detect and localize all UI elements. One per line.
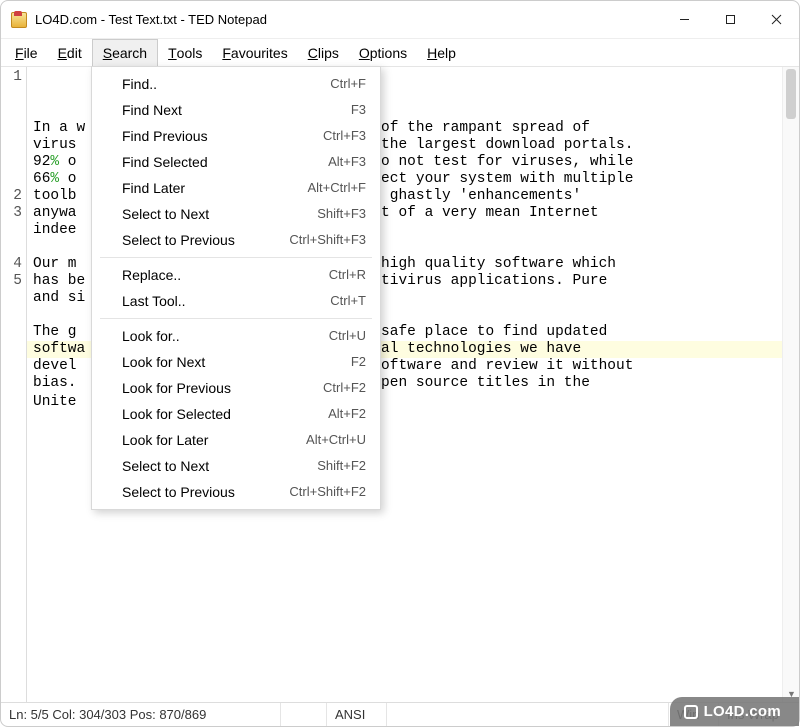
watermark: LO4D.com (670, 697, 799, 726)
menu-separator (100, 257, 372, 258)
menu-item-look-for-later[interactable]: Look for LaterAlt+Ctrl+U (92, 427, 380, 453)
menu-tools[interactable]: Tools (158, 39, 212, 66)
menu-favourites[interactable]: Favourites (212, 39, 297, 66)
menu-item-find-selected[interactable]: Find SelectedAlt+F3 (92, 149, 380, 175)
maximize-button[interactable] (707, 1, 753, 39)
menu-item-select-to-previous[interactable]: Select to PreviousCtrl+Shift+F3 (92, 227, 380, 253)
scroll-thumb[interactable] (786, 69, 796, 119)
line-number: 3 (1, 205, 22, 222)
watermark-text: LO4D.com (704, 703, 781, 720)
close-button[interactable] (753, 1, 799, 39)
status-position: Ln: 5/5 Col: 304/303 Pos: 870/869 (1, 703, 281, 726)
menu-item-look-for-previous[interactable]: Look for PreviousCtrl+F2 (92, 375, 380, 401)
vertical-scrollbar[interactable]: ▲ ▼ (782, 67, 799, 702)
app-icon (11, 12, 27, 28)
line-number: 1 (1, 69, 22, 86)
menu-search[interactable]: Search (92, 39, 158, 66)
menu-item-find-later[interactable]: Find LaterAlt+Ctrl+F (92, 175, 380, 201)
menu-item-look-for-selected[interactable]: Look for SelectedAlt+F2 (92, 401, 380, 427)
search-menu-dropdown: Find..Ctrl+FFind NextF3Find PreviousCtrl… (91, 66, 381, 510)
menu-separator (100, 318, 372, 319)
menu-edit[interactable]: Edit (48, 39, 92, 66)
menu-item-last-tool[interactable]: Last Tool..Ctrl+T (92, 288, 380, 314)
line-number: 5 (1, 273, 22, 290)
menu-item-look-for[interactable]: Look for..Ctrl+U (92, 323, 380, 349)
menu-item-select-to-next[interactable]: Select to NextShift+F3 (92, 201, 380, 227)
menu-item-find[interactable]: Find..Ctrl+F (92, 71, 380, 97)
menu-help[interactable]: Help (417, 39, 466, 66)
status-encoding: ANSI (327, 703, 387, 726)
line-number: 2 (1, 188, 22, 205)
menu-file[interactable]: File (5, 39, 48, 66)
menu-clips[interactable]: Clips (298, 39, 349, 66)
minimize-button[interactable] (661, 1, 707, 39)
menu-item-find-next[interactable]: Find NextF3 (92, 97, 380, 123)
menu-item-select-to-next[interactable]: Select to NextShift+F2 (92, 453, 380, 479)
menu-options[interactable]: Options (349, 39, 417, 66)
menu-item-replace[interactable]: Replace..Ctrl+R (92, 262, 380, 288)
titlebar: LO4D.com - Test Text.txt - TED Notepad (1, 1, 799, 39)
window-title: LO4D.com - Test Text.txt - TED Notepad (35, 12, 267, 27)
line-number-gutter: 1 23 45 (1, 67, 27, 702)
menu-item-find-previous[interactable]: Find PreviousCtrl+F3 (92, 123, 380, 149)
menu-item-look-for-next[interactable]: Look for NextF2 (92, 349, 380, 375)
menu-item-select-to-previous[interactable]: Select to PreviousCtrl+Shift+F2 (92, 479, 380, 505)
line-number: 4 (1, 256, 22, 273)
watermark-icon (684, 705, 698, 719)
menubar: FileEditSearchToolsFavouritesClipsOption… (1, 39, 799, 67)
